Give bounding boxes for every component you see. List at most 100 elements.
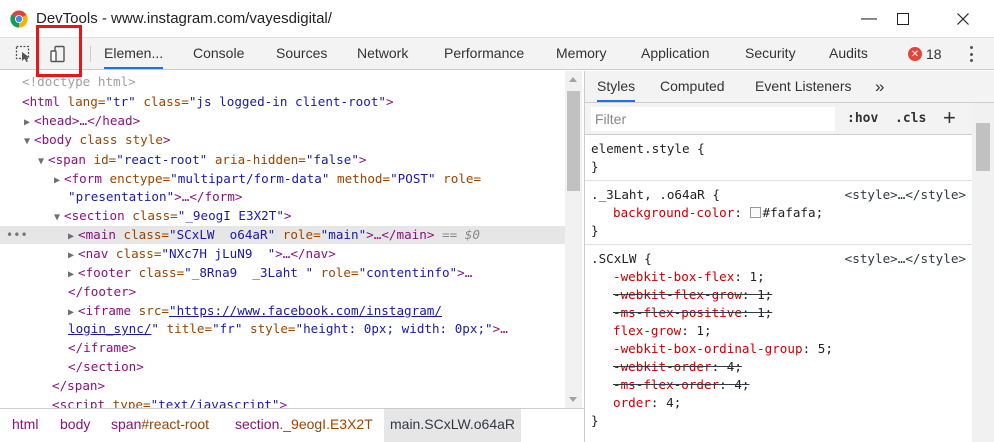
color-swatch-icon[interactable] bbox=[749, 207, 761, 218]
tab-memory[interactable]: Memory bbox=[556, 38, 607, 69]
tab-application[interactable]: Application bbox=[641, 38, 710, 69]
toolbar-separator bbox=[90, 46, 91, 62]
dom-node-head[interactable]: ▶ <head>…</head> bbox=[0, 112, 565, 130]
rule-source-link[interactable]: <style>…</style> bbox=[845, 250, 966, 268]
breadcrumb-span[interactable]: span#react-root bbox=[105, 409, 215, 442]
dom-node-nav[interactable]: ▶ <nav class="NXc7H jLuN9 ">…</nav> bbox=[0, 245, 565, 263]
rule-property[interactable]: -webkit-flex-grow: 1; bbox=[613, 286, 994, 304]
rule-selector: ._3Laht, .o64aR {<style>…</style> bbox=[591, 186, 966, 204]
rule-property[interactable]: -webkit-box-ordinal-group: 5; bbox=[613, 340, 994, 358]
tab-performance[interactable]: Performance bbox=[444, 38, 524, 69]
rule-close-brace: } bbox=[591, 159, 599, 174]
styles-filter-bar: Filter :hov .cls + bbox=[585, 103, 972, 135]
dom-node-iframe-end[interactable]: </iframe> bbox=[0, 339, 565, 357]
close-icon bbox=[957, 13, 969, 25]
rule-close-brace: } bbox=[591, 223, 599, 238]
collapse-arrow-icon[interactable]: ▼ bbox=[24, 133, 34, 151]
tab-sources[interactable]: Sources bbox=[276, 38, 327, 69]
rule-property[interactable]: background-color: #fafafa; bbox=[613, 204, 994, 222]
expand-arrow-icon[interactable]: ▶ bbox=[68, 266, 78, 284]
breadcrumb-main[interactable]: main.SCxLW.o64aR bbox=[384, 409, 522, 442]
dom-node-iframe[interactable]: ▶ <iframe src="https://www.facebook.com/i… bbox=[0, 302, 565, 320]
title-bar: DevTools - www.instagram.com/vayesdigita… bbox=[0, 0, 994, 38]
new-rule-icon[interactable]: + bbox=[943, 105, 956, 131]
rule-property[interactable]: -ms-flex-positive: 1; bbox=[613, 304, 994, 322]
breadcrumb-section[interactable]: section._9eogI.E3X2T bbox=[229, 409, 379, 442]
maximize-button[interactable] bbox=[880, 0, 926, 38]
iframe-src-link[interactable]: "https://www.facebook.com/instagram/ bbox=[169, 303, 442, 318]
tab-security[interactable]: Security bbox=[745, 38, 796, 69]
scroll-thumb[interactable] bbox=[567, 91, 580, 191]
expand-arrow-icon[interactable]: ▶ bbox=[68, 247, 78, 265]
breadcrumb: html body span#react-root section._9eogI… bbox=[0, 408, 584, 442]
rule-close-brace: } bbox=[591, 413, 599, 428]
dom-node-form[interactable]: ▶ <form enctype="multipart/form-data" met… bbox=[0, 170, 565, 188]
iframe-src-link-cont[interactable]: login_sync/ bbox=[68, 321, 151, 336]
tab-console[interactable]: Console bbox=[193, 38, 244, 69]
tab-audits[interactable]: Audits bbox=[829, 38, 868, 69]
hover-state-toggle[interactable]: :hov bbox=[847, 111, 878, 126]
elements-tree[interactable]: <!doctype html> <html lang="tr" class="j… bbox=[0, 71, 565, 408]
more-options-button[interactable] bbox=[964, 44, 978, 64]
collapse-arrow-icon[interactable]: ▼ bbox=[38, 153, 48, 171]
dom-node-main-selected[interactable]: ••• ▶ <main class="SCxLW o64aR" role="main… bbox=[0, 226, 565, 244]
dom-node-section[interactable]: ▼ <section class="_9eogI E3X2T"> bbox=[0, 207, 565, 225]
rule-property[interactable]: -webkit-order: 4; bbox=[613, 358, 994, 376]
device-mobile-icon bbox=[50, 45, 65, 62]
breadcrumb-body[interactable]: body bbox=[54, 409, 96, 442]
kebab-dot-icon bbox=[969, 52, 973, 56]
dom-node-doctype[interactable]: <!doctype html> bbox=[0, 73, 565, 91]
rule-selector: .SCxLW {<style>…</style> bbox=[591, 250, 966, 268]
styles-scrollbar[interactable] bbox=[972, 103, 994, 442]
dom-node-form-cont[interactable]: "presentation">…</form> bbox=[0, 188, 565, 206]
scroll-down-icon[interactable] bbox=[569, 397, 577, 402]
window-title: DevTools - www.instagram.com/vayesdigita… bbox=[36, 10, 332, 27]
rule-property[interactable]: order: 4; bbox=[613, 394, 994, 412]
dom-node-span[interactable]: ▼ <span id="react-root" aria-hidden="fals… bbox=[0, 151, 565, 169]
dom-node-html[interactable]: <html lang="tr" class="js logged-in clie… bbox=[0, 93, 565, 111]
error-icon: ✕ bbox=[908, 47, 922, 61]
styles-tabs: Styles Computed Event Listeners » bbox=[585, 71, 994, 103]
rule-source-link[interactable]: <style>…</style> bbox=[845, 186, 966, 204]
dom-node-section-end[interactable]: </section> bbox=[0, 358, 565, 376]
kebab-dot-icon bbox=[969, 46, 973, 49]
scroll-thumb[interactable] bbox=[976, 123, 990, 171]
inspect-cursor-icon bbox=[15, 45, 30, 62]
dom-node-footer-end[interactable]: </footer> bbox=[0, 283, 565, 301]
dom-node-footer[interactable]: ▶ <footer class="_8Rna9 _3Laht " role="co… bbox=[0, 264, 565, 282]
error-counter[interactable]: ✕ 18 bbox=[908, 46, 942, 62]
device-toolbar-button[interactable] bbox=[44, 38, 72, 69]
tab-event-listeners[interactable]: Event Listeners bbox=[755, 71, 852, 102]
style-rules: element.style { } ._3Laht, .o64aR {<styl… bbox=[585, 136, 972, 442]
rule-property[interactable]: flex-grow: 1; bbox=[613, 322, 994, 340]
close-window-button[interactable] bbox=[940, 0, 986, 38]
tab-computed[interactable]: Computed bbox=[660, 71, 725, 102]
more-tabs-icon[interactable]: » bbox=[875, 71, 884, 102]
styles-pane: Styles Computed Event Listeners » Filter… bbox=[585, 71, 994, 442]
styles-filter-input[interactable]: Filter bbox=[591, 107, 835, 131]
breadcrumb-html[interactable]: html bbox=[6, 409, 44, 442]
class-toggle[interactable]: .cls bbox=[895, 111, 926, 126]
inspect-element-button[interactable] bbox=[10, 38, 38, 69]
kebab-dot-icon bbox=[969, 59, 973, 62]
expand-arrow-icon[interactable]: ▶ bbox=[68, 228, 78, 246]
expand-arrow-icon[interactable]: ▶ bbox=[24, 114, 34, 132]
tab-styles[interactable]: Styles bbox=[597, 71, 636, 102]
collapse-arrow-icon[interactable]: ▼ bbox=[54, 209, 64, 227]
dom-node-iframe-cont[interactable]: login_sync/" title="fr" style="height: 0… bbox=[0, 320, 565, 338]
tab-elements[interactable]: Elemen... bbox=[104, 38, 164, 69]
rule-separator bbox=[585, 244, 972, 245]
chrome-logo-icon bbox=[10, 10, 28, 28]
rule-property[interactable]: -ms-flex-order: 4; bbox=[613, 376, 994, 394]
tab-network[interactable]: Network bbox=[357, 38, 408, 69]
rule-element-style-selector: element.style { bbox=[591, 141, 705, 156]
minimize-icon: — bbox=[861, 10, 877, 27]
scroll-up-icon[interactable] bbox=[569, 77, 577, 82]
error-count: 18 bbox=[926, 46, 942, 62]
dom-node-script[interactable]: <script type="text/javascript"> bbox=[0, 396, 565, 408]
rule-property[interactable]: -webkit-box-flex: 1; bbox=[613, 268, 994, 286]
dom-node-body[interactable]: ▼ <body class style> bbox=[0, 131, 565, 149]
dom-node-span-end[interactable]: </span> bbox=[0, 377, 565, 395]
more-actions-icon[interactable]: ••• bbox=[6, 226, 28, 244]
elements-scrollbar[interactable] bbox=[565, 71, 582, 408]
